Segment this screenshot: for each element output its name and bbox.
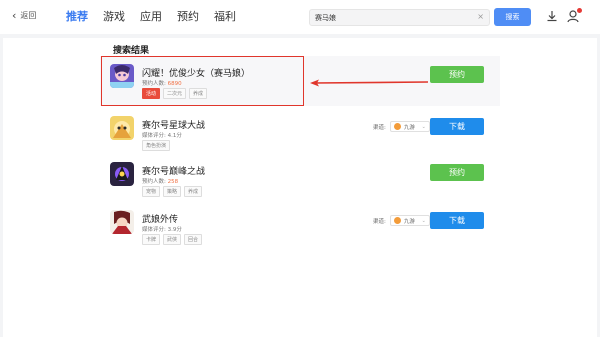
result-row[interactable]: 赛尔号星球大战 媒体评分: 4.1分 角色扮演 渠道: 九游 ⌄ 下载 <box>100 108 500 158</box>
tag: 武侠 <box>163 234 182 245</box>
notification-dot <box>577 8 582 13</box>
reserve-button[interactable]: 预约 <box>430 66 484 83</box>
game-name[interactable]: 赛尔号巅峰之战 <box>142 164 205 177</box>
game-meta: 媒体评分: 4.1分 <box>142 133 182 139</box>
channel-name: 九游 <box>403 218 415 225</box>
results-title: 搜索结果 <box>113 46 150 56</box>
game-tags: 卡牌 武侠 回合 <box>142 234 203 245</box>
game-meta: 媒体评分: 3.9分 <box>142 227 182 233</box>
tag: 角色扮演 <box>142 140 171 151</box>
tag: 宠物 <box>142 186 161 197</box>
tag: 养成 <box>184 186 203 197</box>
download-button[interactable]: 下载 <box>430 118 484 135</box>
search-button[interactable]: 搜索 <box>494 8 531 26</box>
arrow-left-icon <box>310 79 429 87</box>
channel-label: 渠道: <box>373 124 386 131</box>
jiuyou-logo-icon <box>393 123 401 130</box>
game-icon-seer-peak-battle[interactable] <box>110 162 134 186</box>
channel-select[interactable]: 渠道: 九游 ⌄ <box>373 121 430 132</box>
channel-dropdown[interactable]: 九游 ⌄ <box>389 215 430 226</box>
search-value: 赛马娘 <box>315 14 336 22</box>
channel-dropdown[interactable]: 九游 ⌄ <box>389 121 430 132</box>
chevron-down-icon: ⌄ <box>421 217 426 224</box>
back-button[interactable]: ‹ 返回 <box>12 10 36 21</box>
tag: 回合 <box>184 234 203 245</box>
game-icon-wuniang[interactable] <box>110 210 134 234</box>
nav-tab-reserve[interactable]: 预约 <box>177 8 199 24</box>
highlight-box <box>101 56 304 106</box>
result-row[interactable]: 武娘外传 媒体评分: 3.9分 卡牌 武侠 回合 渠道: 九游 ⌄ 下载 <box>100 202 500 252</box>
chevron-left-icon: ‹ <box>12 8 17 22</box>
search-input[interactable]: 赛马娘 × <box>309 9 490 26</box>
game-meta: 预约人数: 258 <box>142 179 179 185</box>
download-icon[interactable] <box>545 9 559 23</box>
channel-name: 九游 <box>403 124 415 131</box>
jiuyou-logo-icon <box>393 217 401 224</box>
close-icon[interactable]: × <box>477 12 484 21</box>
tag: 卡牌 <box>142 234 161 245</box>
download-button[interactable]: 下载 <box>430 212 484 229</box>
channel-label: 渠道: <box>373 218 386 225</box>
nav-tab-recommend[interactable]: 推荐 <box>66 8 88 24</box>
back-label: 返回 <box>20 11 37 20</box>
game-name[interactable]: 武娘外传 <box>142 212 178 225</box>
channel-select[interactable]: 渠道: 九游 ⌄ <box>373 215 430 226</box>
main-nav: 推荐 游戏 应用 预约 福利 <box>66 8 236 24</box>
chevron-down-icon: ⌄ <box>421 123 426 130</box>
game-tags: 宠物 策略 养成 <box>142 186 203 197</box>
top-bar: ‹ 返回 推荐 游戏 应用 预约 福利 赛马娘 × 搜索 <box>0 0 600 34</box>
reserve-button[interactable]: 预约 <box>430 164 484 181</box>
result-row[interactable]: 赛尔号巅峰之战 预约人数: 258 宠物 策略 养成 预约 <box>100 154 500 204</box>
nav-tab-welfare[interactable]: 福利 <box>214 8 236 24</box>
nav-tab-games[interactable]: 游戏 <box>103 8 125 24</box>
game-icon-seer-star-wars[interactable] <box>110 116 134 140</box>
game-name[interactable]: 赛尔号星球大战 <box>142 118 205 131</box>
tag: 策略 <box>163 186 182 197</box>
nav-tab-apps[interactable]: 应用 <box>140 8 162 24</box>
game-tags: 角色扮演 <box>142 140 171 151</box>
